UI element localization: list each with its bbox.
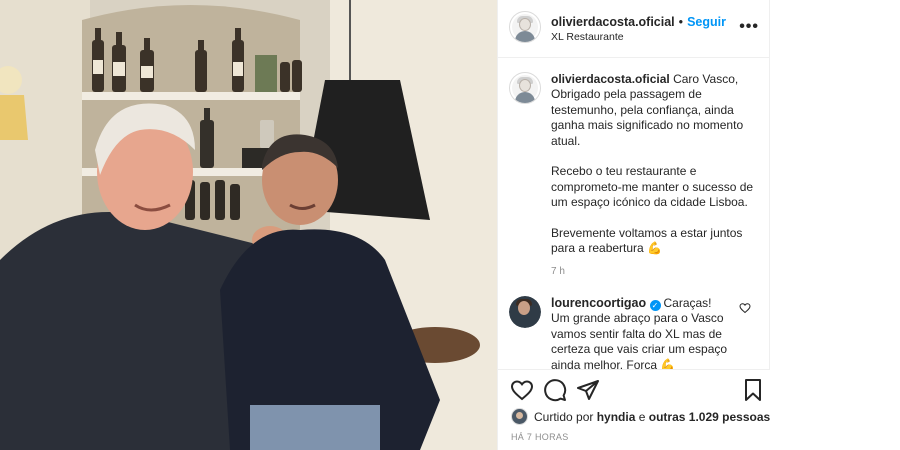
caption-time: 7 h [551, 265, 565, 277]
more-options-icon[interactable]: ••• [739, 18, 759, 36]
liker-avatar[interactable] [511, 408, 528, 425]
post-caption: olivierdacosta.oficial Caro Vasco, Obrig… [509, 72, 759, 277]
commenter-avatar[interactable] [509, 296, 541, 328]
comments-area[interactable]: olivierdacosta.oficial Caro Vasco, Obrig… [498, 59, 770, 369]
heart-icon[interactable] [510, 378, 534, 402]
share-icon[interactable] [576, 378, 600, 402]
bookmark-icon[interactable] [741, 378, 765, 402]
instagram-post-view: olivierdacosta.oficial • Seguir XL Restaur… [0, 0, 900, 450]
comment-item: lourencoortigao ✓ Caraças! Um grande abra… [509, 296, 759, 369]
caption-username[interactable]: olivierdacosta.oficial [551, 72, 670, 86]
post-photo[interactable] [0, 0, 497, 450]
likes-prefix: Curtido por [534, 409, 594, 424]
page-background-right [771, 0, 900, 450]
likes-middle: e [638, 409, 646, 424]
flexed-biceps-emoji: 💪 [647, 241, 663, 256]
verified-badge-icon: ✓ [649, 300, 661, 311]
separator-dot: • [678, 15, 684, 29]
follow-button[interactable]: Seguir [687, 15, 726, 29]
photo-illustration [0, 0, 497, 450]
caption-avatar[interactable] [509, 72, 541, 104]
likes-summary: Curtido por hyndia e outras 1.029 pessoa… [511, 408, 770, 425]
author-avatar[interactable] [509, 11, 541, 43]
author-username[interactable]: olivierdacosta.oficial [551, 15, 675, 29]
comment-icon[interactable] [543, 378, 567, 402]
post-timestamp[interactable]: HÁ 7 HORAS [511, 432, 569, 442]
commenter-username[interactable]: lourencoortigao [551, 296, 646, 310]
location-link[interactable]: XL Restaurante [551, 31, 624, 43]
caption-text: Caro Vasco, Obrigado pela passagem de te… [551, 72, 754, 256]
caption-text-block: olivierdacosta.oficial Caro Vasco, Obrig… [551, 72, 759, 257]
comment-text-block: lourencoortigao ✓ Caraças! Um grande abra… [551, 296, 731, 369]
liker-username[interactable]: hyndia [597, 410, 636, 424]
likes-others-link[interactable]: outras 1.029 pessoas [649, 410, 770, 424]
post-header: olivierdacosta.oficial • Seguir XL Restaur… [498, 0, 769, 58]
comment-like-heart-icon[interactable] [739, 302, 751, 314]
post-actions-bar: Curtido por hyndia e outras 1.029 pessoa… [498, 369, 770, 450]
post-side-panel: olivierdacosta.oficial • Seguir XL Restaur… [497, 0, 770, 450]
header-user-line: olivierdacosta.oficial • Seguir [551, 15, 726, 29]
